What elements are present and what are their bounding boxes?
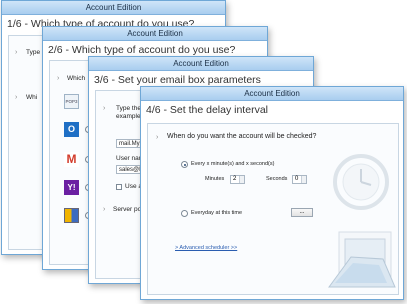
window-title: Account Edition xyxy=(43,27,267,41)
seconds-stepper[interactable]: 0 xyxy=(292,175,307,184)
pop3-icon[interactable]: POP3 xyxy=(64,94,79,109)
yahoo-icon[interactable]: Y! xyxy=(64,180,79,195)
window-title: Account Edition xyxy=(141,87,403,101)
chevron-right-icon: › xyxy=(15,49,18,56)
pop3-label: POP3 xyxy=(65,99,78,104)
interval-option-label: Every x minute(s) and x second(s) xyxy=(191,161,275,167)
everyday-option-radio[interactable] xyxy=(181,210,188,217)
time-picker[interactable]: ... xyxy=(291,208,313,217)
type-label: Type the xyxy=(116,105,141,112)
chevron-right-icon: › xyxy=(103,206,106,213)
minutes-stepper[interactable]: 2 xyxy=(230,175,245,184)
server-port-label: Server por xyxy=(113,206,144,213)
chevron-right-icon: › xyxy=(57,75,60,82)
question-label: Type xyxy=(26,49,41,56)
window-title: Account Edition xyxy=(2,1,225,15)
everyday-option-label: Everyday at this time xyxy=(191,210,243,216)
other-mail-icon[interactable] xyxy=(64,208,79,223)
window-title: Account Edition xyxy=(89,57,313,71)
question-label-2: Whi xyxy=(26,94,38,101)
chevron-right-icon: › xyxy=(103,105,106,112)
window-step-4: Account Edition 4/6 - Set the delay inte… xyxy=(140,86,404,300)
gmail-icon[interactable]: M xyxy=(64,152,79,167)
minutes-label: Minutes xyxy=(205,176,225,182)
outlook-icon[interactable]: O xyxy=(64,122,79,137)
question-label: When do you want the account will be che… xyxy=(167,133,317,140)
advanced-scheduler-link[interactable]: > Advanced scheduler >> xyxy=(175,245,237,251)
use-auth-checkbox[interactable] xyxy=(116,184,122,190)
interval-option-radio[interactable] xyxy=(181,161,188,168)
chevron-down-icon: › xyxy=(156,134,159,141)
question-label: Which xyxy=(67,75,86,82)
step-title: 4/6 - Set the delay interval xyxy=(146,104,268,116)
seconds-label: Seconds xyxy=(266,176,288,182)
step-title: 3/6 - Set your email box parameters xyxy=(94,74,261,86)
chevron-right-icon: › xyxy=(15,94,18,101)
step-title: 2/6 - Which type of account do you use? xyxy=(48,44,236,56)
calendar-clock-icon xyxy=(328,154,396,288)
